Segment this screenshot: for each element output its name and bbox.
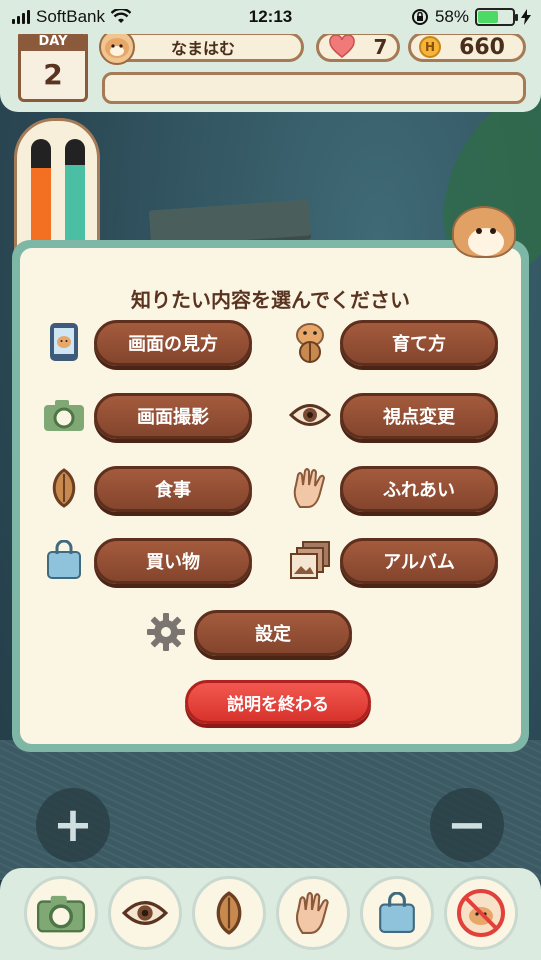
coin-count: 660 — [459, 34, 505, 60]
eye-icon — [288, 393, 332, 437]
interaction-button[interactable]: ふれあい — [340, 466, 498, 512]
camera-icon — [42, 393, 86, 437]
phone-hamster-icon — [42, 320, 86, 364]
panel-title: 知りたい内容を選んでください — [131, 288, 410, 312]
hamster-name: なまはむ — [170, 39, 235, 58]
hamster-sunflower-seed-icon — [288, 320, 332, 364]
end-explanation-button[interactable]: 説明を終わる — [185, 680, 371, 724]
camera-tool-button[interactable] — [24, 876, 98, 950]
hamster-name-pill[interactable]: なまはむ — [99, 29, 304, 65]
zoom-in-button[interactable]: + — [36, 788, 110, 862]
heart-icon — [328, 35, 355, 58]
top-hud: DAY 2 なまはむ 7 H 660 — [0, 28, 541, 112]
how-to-raise-button[interactable]: 育て方 — [340, 320, 498, 366]
help-menu-panel: 知りたい内容を選んでください 画面の見方 育て方 画面撮影 視点変更 食事 ふれ… — [12, 240, 529, 752]
shopping-button[interactable]: 買い物 — [94, 538, 252, 584]
battery-icon — [475, 8, 518, 26]
battery-percent: 58% — [434, 7, 469, 26]
camera-icon — [37, 895, 85, 933]
album-icon — [288, 538, 332, 582]
heart-counter: 7 — [316, 32, 400, 62]
thermometer-right-tube — [65, 139, 85, 243]
hand-icon — [296, 892, 329, 934]
settings-button[interactable]: 設定 — [194, 610, 352, 656]
view-tool-button[interactable] — [108, 876, 182, 950]
gear-icon — [144, 610, 188, 654]
shopping-bag-icon — [379, 892, 415, 933]
day-number: 2 — [43, 58, 63, 91]
hand-icon — [288, 466, 332, 510]
hamster-avatar-icon — [99, 29, 135, 65]
zoom-out-button[interactable]: − — [430, 788, 504, 862]
eye-icon — [122, 900, 168, 926]
status-bar: SoftBank 12:13 58% — [0, 0, 541, 34]
day-label: DAY — [21, 33, 85, 51]
sunflower-seed-icon — [42, 466, 86, 510]
thermometer-left-tube — [31, 139, 51, 243]
message-bar — [102, 72, 526, 104]
shopping-bag-icon — [42, 538, 86, 582]
heart-count: 7 — [373, 35, 388, 59]
coin-counter: H 660 — [408, 32, 526, 62]
shop-tool-button[interactable] — [360, 876, 434, 950]
hamster-peek-icon — [452, 206, 516, 258]
album-button[interactable]: アルバム — [340, 538, 498, 584]
charging-icon — [521, 9, 531, 25]
hamster-cancel-icon — [457, 889, 505, 937]
rotation-lock-icon — [411, 9, 428, 25]
sunflower-seed-icon — [216, 891, 242, 935]
screen-guide-button[interactable]: 画面の見方 — [94, 320, 252, 366]
screenshot-button[interactable]: 画面撮影 — [94, 393, 252, 439]
change-view-button[interactable]: 視点変更 — [340, 393, 498, 439]
food-tool-button[interactable] — [192, 876, 266, 950]
coin-icon: H — [419, 36, 441, 58]
bottom-toolbar — [0, 868, 541, 960]
day-calendar: DAY 2 — [18, 30, 88, 102]
hamster-cancel-button[interactable] — [444, 876, 518, 950]
meal-button[interactable]: 食事 — [94, 466, 252, 512]
touch-tool-button[interactable] — [276, 876, 350, 950]
